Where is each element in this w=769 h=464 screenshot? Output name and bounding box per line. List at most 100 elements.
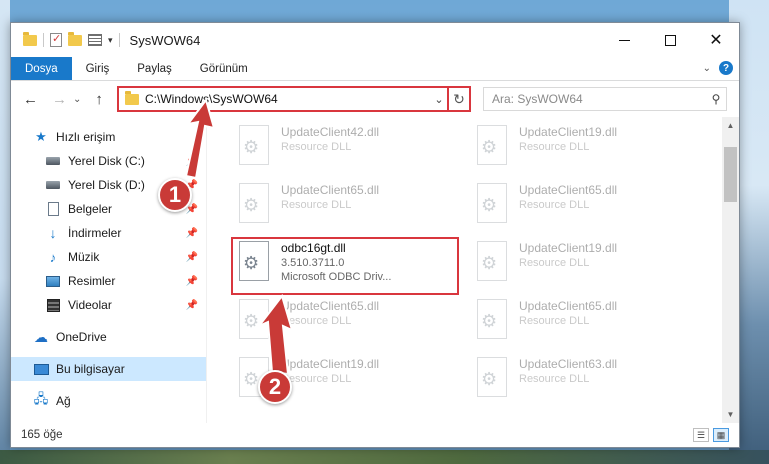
file-name: UpdateClient19.dll <box>519 125 618 139</box>
sidebar-item-onedrive[interactable]: ☁ OneDrive <box>11 325 206 349</box>
cloud-icon: ☁ <box>34 328 48 345</box>
file-name: UpdateClient19.dll <box>281 357 380 371</box>
search-icon[interactable]: ⚲ <box>706 92 726 106</box>
window-controls: ✕ <box>601 23 739 57</box>
file-name: UpdateClient65.dll <box>519 183 618 197</box>
navigation-buttons: ← → ⌄ ↑ <box>11 91 103 108</box>
highlight-box <box>231 237 459 295</box>
close-button[interactable]: ✕ <box>693 23 739 57</box>
sidebar-item-quick-access[interactable]: ★ Hızlı erişim <box>11 125 206 149</box>
details-view-icon[interactable]: ☰ <box>693 428 709 442</box>
view-icon[interactable] <box>88 34 102 46</box>
file-item[interactable]: ⚙ UpdateClient65.dll Resource DLL <box>467 175 693 235</box>
sidebar-item-label: Videolar <box>68 298 112 312</box>
address-bar[interactable]: C:\Windows\SysWOW64 ⌄ ↻ <box>117 86 471 112</box>
documents-icon <box>45 202 61 216</box>
pin-icon[interactable]: 📌 <box>186 156 198 167</box>
maximize-icon <box>664 34 676 46</box>
expand-ribbon-icon[interactable]: ⌄ <box>703 63 711 74</box>
file-item[interactable]: ⚙ UpdateClient63.dll Resource DLL <box>467 349 693 409</box>
file-item[interactable]: ⚙ UpdateClient42.dll Resource DLL <box>229 117 455 177</box>
sidebar-item-label: İndirmeler <box>68 226 122 240</box>
search-input[interactable]: Ara: SysWOW64 <box>492 92 706 106</box>
tab-view[interactable]: Görünüm <box>186 57 262 80</box>
ribbon-tabs: Dosya Giriş Paylaş Görünüm ⌄ ? <box>11 57 739 81</box>
new-folder-icon[interactable] <box>68 31 82 46</box>
sidebar-item-music[interactable]: ♪ Müzik 📌 <box>11 245 206 269</box>
dll-file-icon: ⚙ <box>471 241 511 285</box>
main-area: ★ Hızlı erişim Yerel Disk (C:) 📌 Yerel D… <box>11 117 739 423</box>
file-item[interactable]: ⚙ UpdateClient65.dll Resource DLL <box>229 175 455 235</box>
vertical-scrollbar[interactable]: ▲ ▼ <box>722 117 739 423</box>
file-description: Resource DLL <box>281 141 352 153</box>
dll-file-icon: ⚙ <box>471 357 511 401</box>
close-icon: ✕ <box>709 32 723 49</box>
search-box[interactable]: Ara: SysWOW64 ⚲ <box>483 87 727 111</box>
sidebar-item-videos[interactable]: Videolar 📌 <box>11 293 206 317</box>
address-path[interactable]: C:\Windows\SysWOW64 <box>145 92 431 106</box>
download-icon: ↓ <box>49 225 57 241</box>
sidebar-item-label: Hızlı erişim <box>56 130 116 144</box>
dll-file-icon: ⚙ <box>233 125 273 169</box>
file-description: Resource DLL <box>519 199 590 211</box>
sidebar-item-this-pc[interactable]: Bu bilgisayar <box>11 357 206 381</box>
sidebar-item-label: Belgeler <box>68 202 113 216</box>
desktop-background-left <box>0 0 10 464</box>
sidebar-item-disk-c[interactable]: Yerel Disk (C:) 📌 <box>11 149 206 173</box>
dll-file-icon: ⚙ <box>471 183 511 227</box>
dll-file-icon: ⚙ <box>233 183 273 227</box>
view-buttons: ☰ ▦ <box>693 428 729 442</box>
recent-locations-icon[interactable]: ⌄ <box>73 94 81 105</box>
sidebar-item-network[interactable]: 🖧 Ağ <box>11 389 206 413</box>
drive-icon <box>45 154 61 168</box>
scroll-down-icon[interactable]: ▼ <box>722 406 739 423</box>
maximize-button[interactable] <box>647 23 693 57</box>
sidebar-item-label: Ağ <box>56 394 71 408</box>
file-description: Resource DLL <box>519 315 590 327</box>
file-item[interactable]: ⚙ UpdateClient65.dll Resource DLL <box>229 291 455 351</box>
file-description: Resource DLL <box>519 141 590 153</box>
refresh-icon[interactable]: ↻ <box>447 88 469 110</box>
tiles-view-icon[interactable]: ▦ <box>713 428 729 442</box>
sidebar-item-pictures[interactable]: Resimler 📌 <box>11 269 206 293</box>
pin-icon[interactable]: 📌 <box>186 252 198 263</box>
title-bar: ▾ SysWOW64 ✕ <box>11 23 739 57</box>
file-item[interactable]: ⚙ UpdateClient19.dll Resource DLL <box>467 117 693 177</box>
file-item[interactable]: ⚙ UpdateClient19.dll Resource DLL <box>467 233 693 293</box>
desktop-background-bottom <box>0 450 769 464</box>
dll-file-icon: ⚙ <box>233 299 273 343</box>
file-description: Resource DLL <box>281 315 352 327</box>
pictures-icon <box>45 274 61 288</box>
tab-share[interactable]: Paylaş <box>123 57 186 80</box>
up-arrow-icon[interactable]: ↑ <box>95 91 103 108</box>
address-row: ← → ⌄ ↑ C:\Windows\SysWOW64 ⌄ ↻ Ara: Sys… <box>11 81 739 117</box>
toolbar-dropdown-icon[interactable]: ▾ <box>108 35 113 46</box>
file-name: UpdateClient63.dll <box>519 357 618 371</box>
scrollbar-thumb[interactable] <box>724 147 737 202</box>
file-description: Resource DLL <box>519 257 590 269</box>
pin-icon[interactable]: 📌 <box>186 276 198 287</box>
file-item[interactable]: ⚙ UpdateClient65.dll Resource DLL <box>467 291 693 351</box>
pin-icon[interactable]: 📌 <box>186 228 198 239</box>
dll-file-icon: ⚙ <box>471 125 511 169</box>
forward-arrow-icon[interactable]: → <box>52 91 67 108</box>
item-count: 165 öğe <box>21 429 63 441</box>
back-arrow-icon[interactable]: ← <box>23 91 38 108</box>
tab-home[interactable]: Giriş <box>72 57 124 80</box>
toolbar-separator <box>118 33 120 47</box>
file-description: Resource DLL <box>519 373 590 385</box>
sidebar-item-label: Müzik <box>68 250 100 264</box>
help-icon[interactable]: ? <box>719 61 733 75</box>
drive-icon <box>45 178 61 192</box>
sidebar-item-downloads[interactable]: ↓ İndirmeler 📌 <box>11 221 206 245</box>
folder-icon <box>23 31 37 46</box>
pin-icon[interactable]: 📌 <box>186 300 198 311</box>
chevron-down-icon[interactable]: ⌄ <box>431 93 447 106</box>
status-bar: 165 öğe ☰ ▦ <box>11 423 739 447</box>
minimize-icon <box>618 39 630 41</box>
tab-file[interactable]: Dosya <box>11 57 72 80</box>
step-2-badge: 2 <box>258 370 292 404</box>
properties-icon[interactable] <box>50 32 62 47</box>
scroll-up-icon[interactable]: ▲ <box>722 117 739 134</box>
minimize-button[interactable] <box>601 23 647 57</box>
